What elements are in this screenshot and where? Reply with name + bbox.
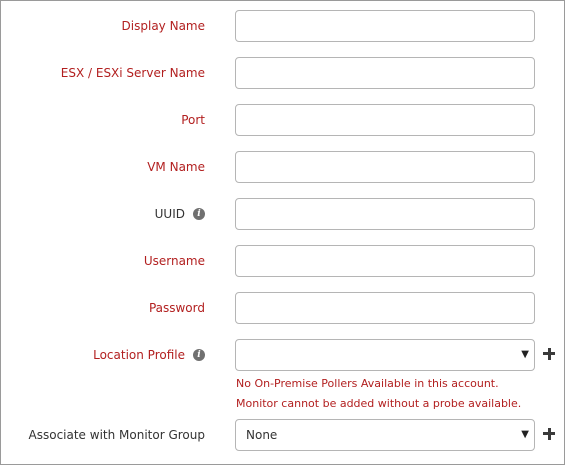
vm-name-row: VM Name [1,151,565,183]
add-monitor-group-plus-icon[interactable] [543,427,557,441]
port-label: Port [181,113,205,127]
no-probe-warning: Monitor cannot be added without a probe … [236,397,522,410]
uuid-label: UUID i [155,198,205,230]
port-input[interactable] [235,104,535,136]
monitor-group-selected-value: None [246,428,278,442]
location-profile-row: Location Profile i ▼ [1,339,565,371]
password-row: Password [1,292,565,324]
monitor-form: Display Name ESX / ESXi Server Name Port… [0,0,565,465]
password-label: Password [148,301,205,315]
location-profile-label: Location Profile i [93,339,205,371]
port-row: Port [1,104,565,136]
no-pollers-warning: No On-Premise Pollers Available in this … [236,377,499,390]
vm-name-input[interactable] [235,151,535,183]
vm-name-label: VM Name [147,160,205,174]
monitor-group-label: Associate with Monitor Group [28,428,205,442]
display-name-input[interactable] [235,10,535,42]
password-input[interactable] [235,292,535,324]
server-name-input[interactable] [235,57,535,89]
uuid-info-icon[interactable]: i [193,208,205,220]
monitor-group-row: Associate with Monitor Group None ▼ [1,419,565,451]
add-location-profile-plus-icon[interactable] [543,347,557,361]
username-row: Username [1,245,565,277]
display-name-row: Display Name [1,10,565,42]
uuid-input[interactable] [235,198,535,230]
location-profile-select[interactable]: ▼ [235,339,535,371]
server-name-label: ESX / ESXi Server Name [60,66,205,80]
username-label: Username [143,254,205,268]
uuid-row: UUID i [1,198,565,230]
location-profile-info-icon[interactable]: i [193,349,205,361]
chevron-down-icon: ▼ [521,429,529,440]
display-name-label: Display Name [121,19,205,33]
chevron-down-icon: ▼ [521,349,529,360]
username-input[interactable] [235,245,535,277]
monitor-group-select[interactable]: None ▼ [235,419,535,451]
server-name-row: ESX / ESXi Server Name [1,57,565,89]
